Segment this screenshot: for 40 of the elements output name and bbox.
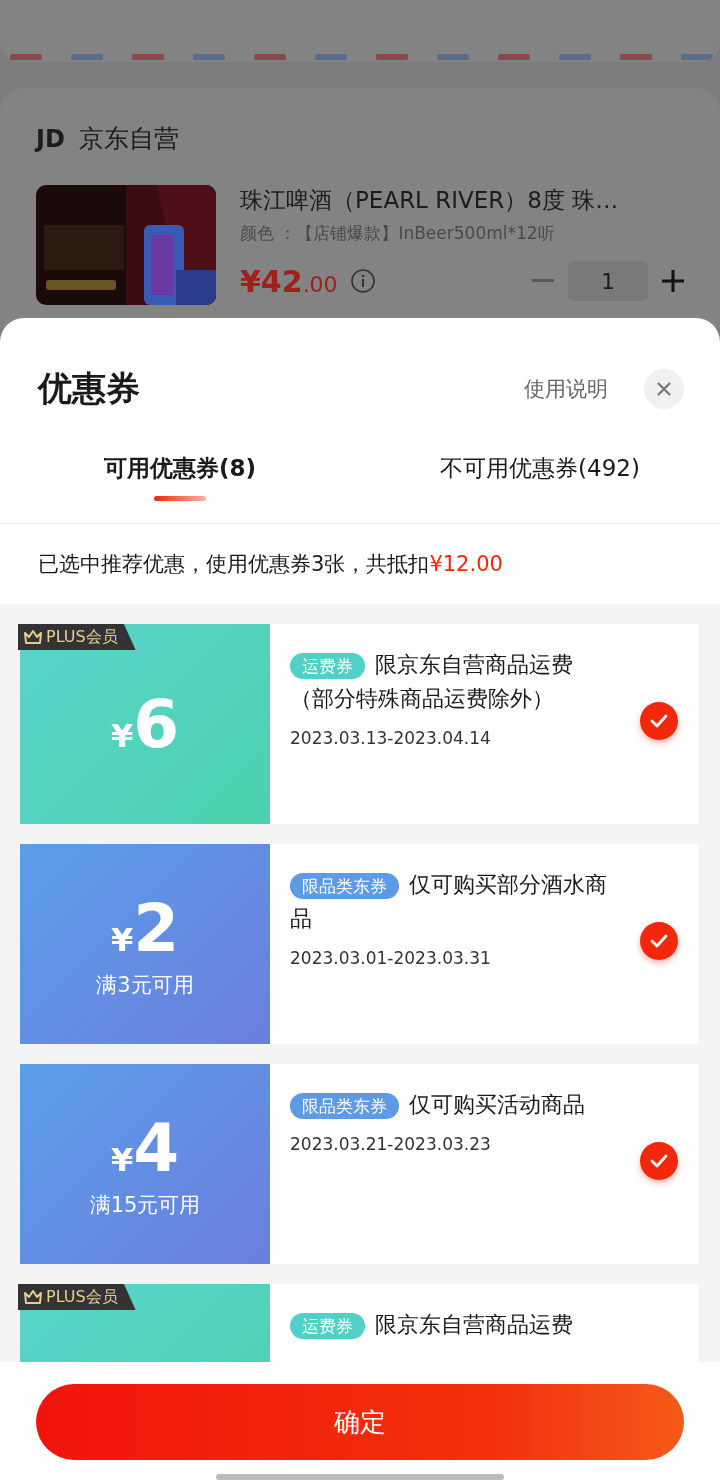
help-link[interactable]: 使用说明 — [524, 375, 608, 403]
coupon-card[interactable]: ¥2 满3元可用 限品类东券 仅可购买部分酒水商品 2023.03.01-2023.03.31 — [20, 844, 698, 1044]
coupon-title: 运费券 限京东自营商品运费（部分特殊商品运费除外） — [290, 651, 574, 713]
jd-logo: JD — [36, 124, 65, 153]
close-icon — [656, 381, 672, 397]
coupon-amount: ¥2 — [110, 889, 180, 967]
quantity-field[interactable]: 1 — [568, 261, 648, 301]
coupon-condition: 满15元可用 — [89, 1191, 201, 1219]
coupon-dates: 2023.03.13-2023.04.14 — [290, 728, 492, 748]
checkmark-icon — [650, 934, 668, 948]
coupon-condition: 满3元可用 — [96, 971, 194, 999]
plus-icon[interactable] — [662, 270, 684, 292]
coupon-amount: ¥4 — [110, 1109, 180, 1187]
info-icon[interactable] — [349, 268, 376, 294]
coupon-dates: 2023.03.21-2023.03.23 — [290, 1134, 492, 1154]
product-spec: 颜色 ：【店铺爆款】InBeer500ml*12听 — [240, 222, 556, 245]
plus-badge: PLUS会员 — [18, 1284, 136, 1310]
coupon-card[interactable]: PLUS会员 ¥6 运费券 限京东自营商品运费（部分特殊商品运费除外） 2023.03.13-2023.04.14 — [20, 624, 698, 824]
coupon-title: 限品类东券 仅可购买活动商品 — [290, 1088, 608, 1122]
crown-icon — [24, 630, 42, 644]
checkbox[interactable] — [640, 922, 678, 960]
crown-icon — [24, 1290, 42, 1304]
coupon-card[interactable]: ¥4 满15元可用 限品类东券 仅可购买活动商品 2023.03.21-2023.03.23 — [20, 1064, 698, 1264]
plus-badge: PLUS会员 — [18, 624, 136, 650]
product-title: 珠江啤酒（PEARL RIVER）8度 珠… — [240, 186, 620, 215]
discount-summary: 已选中推荐优惠，使用优惠券3张，共抵扣¥12.00 — [37, 551, 504, 578]
confirm-button[interactable]: 确定 — [36, 1384, 684, 1460]
close-button[interactable] — [644, 369, 684, 409]
store-name: 京东自营 — [78, 123, 179, 155]
checkmark-icon — [650, 714, 668, 728]
coupon-amount: ¥6 — [110, 685, 180, 763]
sheet-title: 优惠券 — [38, 367, 141, 410]
coupon-card[interactable]: PLUS会员 运费券 限京东自营商品运费 — [20, 1284, 698, 1362]
product-price: ¥42.00 — [240, 263, 338, 299]
coupon-title: 限品类东券 仅可购买部分酒水商品 — [290, 871, 608, 933]
checkmark-icon — [650, 1154, 668, 1168]
coupon-title: 运费券 限京东自营商品运费 — [290, 1308, 608, 1342]
checkbox[interactable] — [640, 1142, 678, 1180]
coupon-dates: 2023.03.01-2023.03.31 — [290, 948, 492, 968]
checkbox[interactable] — [640, 702, 678, 740]
